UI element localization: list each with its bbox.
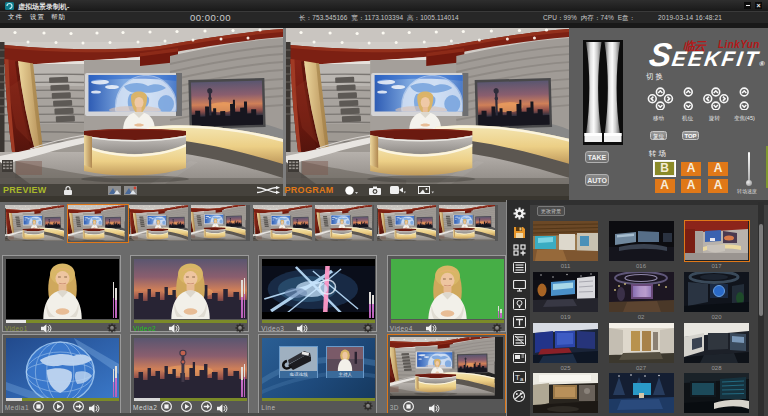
svg-text:a: a <box>520 376 524 382</box>
